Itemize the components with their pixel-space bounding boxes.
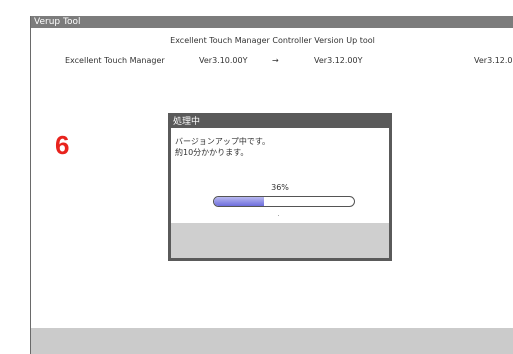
progress-bar [213,196,355,207]
right-version: Ver3.12.0 [474,56,513,65]
from-version: Ver3.10.00Y [199,56,248,65]
dialog-message: バージョンアップ中です。 約10分かかります。 [175,136,270,158]
window-title: Verup Tool [31,16,513,28]
message-line-1: バージョンアップ中です。 [175,137,271,146]
footer-bar [31,328,513,354]
version-row: Excellent Touch Manager Ver3.10.00Y → Ve… [31,54,513,68]
processing-dialog: 処理中 バージョンアップ中です。 約10分かかります。 36% [168,113,392,261]
progress-percent: 36% [271,183,289,192]
arrow-icon: → [272,56,279,65]
dialog-body: バージョンアップ中です。 約10分かかります。 36% [171,128,389,223]
step-number: 6 [55,130,70,160]
status-dot [278,215,279,216]
progress-fill [214,197,265,206]
app-heading: Excellent Touch Manager Controller Versi… [170,36,375,45]
dialog-title: 処理中 [171,116,389,128]
product-name: Excellent Touch Manager [65,56,165,65]
dialog-footer [171,223,389,258]
to-version: Ver3.12.00Y [314,56,363,65]
message-line-2: 約10分かかります。 [175,148,249,157]
